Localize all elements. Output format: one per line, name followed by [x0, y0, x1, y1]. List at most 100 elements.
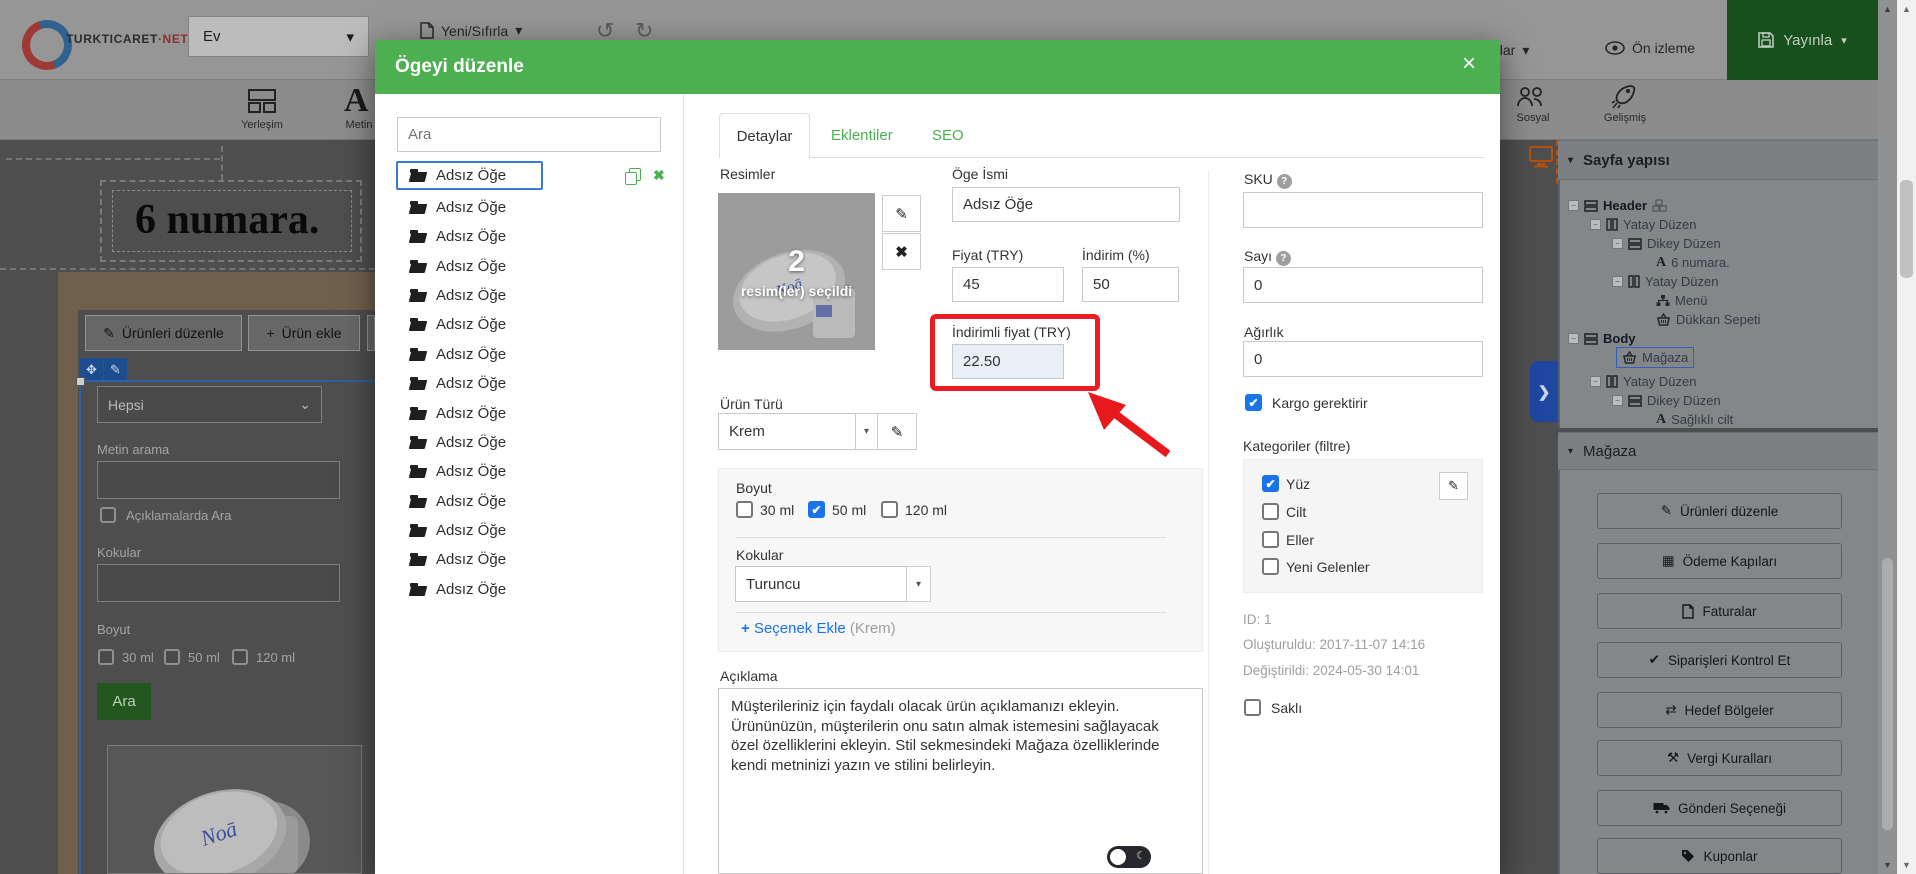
item-list-row[interactable]: Adsız Öğe: [398, 545, 506, 574]
tab-addons[interactable]: Eklentiler: [831, 127, 893, 144]
size-120-checkbox[interactable]: [881, 501, 898, 518]
scroll-up-arrow[interactable]: ▲: [1897, 4, 1916, 14]
item-list-row[interactable]: Adsız Öğe: [398, 575, 506, 604]
page-scrollbar[interactable]: ▲ ▼: [1878, 0, 1897, 874]
page-select[interactable]: Ev ▾: [188, 16, 369, 57]
tab-seo[interactable]: SEO: [932, 127, 964, 144]
size-30-checkbox[interactable]: [736, 501, 753, 518]
item-list-row[interactable]: Adsız Öğe: [398, 252, 506, 281]
collapse-icon[interactable]: −: [1568, 200, 1579, 211]
item-name-input[interactable]: Adsız Öğe: [952, 187, 1180, 222]
discounted-price-input[interactable]: 22.50: [952, 344, 1064, 379]
sidebar-shipping-option-button[interactable]: Gönderi Seçeneği: [1597, 790, 1842, 826]
edit-images-button[interactable]: ✎: [882, 195, 921, 232]
tree-item-menu[interactable]: Menü: [1656, 291, 1708, 310]
item-list-row[interactable]: Adsız Öğe: [398, 281, 506, 310]
canvas-edit-products-button[interactable]: ✎ Ürünleri düzenle: [85, 315, 242, 351]
sidebar-target-regions-button[interactable]: ⇄ Hedef Bölgeler: [1597, 692, 1842, 728]
category-yuz-checkbox[interactable]: ✔: [1262, 475, 1279, 492]
tree-item-text[interactable]: A 6 numara.: [1656, 253, 1730, 272]
product-card[interactable]: Noā: [107, 745, 362, 874]
store-panel-header[interactable]: ▾ Mağaza: [1558, 432, 1878, 470]
advanced-widget-button[interactable]: [1610, 82, 1638, 110]
dark-mode-toggle[interactable]: ☾: [1107, 846, 1151, 868]
price-input[interactable]: 45: [952, 267, 1064, 302]
tree-item-vlayout[interactable]: − Dikey Düzen: [1612, 391, 1721, 410]
qty-input[interactable]: 0: [1243, 267, 1483, 303]
layout-widget-button[interactable]: [247, 88, 277, 114]
canvas-size-120-checkbox[interactable]: [232, 649, 248, 665]
preview-button[interactable]: Ön izleme: [1605, 40, 1695, 56]
close-icon[interactable]: ×: [1462, 52, 1476, 76]
social-widget-button[interactable]: [1516, 84, 1546, 108]
collapse-icon[interactable]: −: [1590, 376, 1601, 387]
canvas-size-30-checkbox[interactable]: [98, 649, 114, 665]
sidebar-check-orders-button[interactable]: ✔ Siparişleri Kontrol Et: [1597, 642, 1842, 678]
publish-button[interactable]: Yayınla ▾: [1727, 0, 1878, 80]
weight-input[interactable]: 0: [1243, 341, 1483, 377]
structure-panel-header[interactable]: ▾ Sayfa yapısı: [1558, 140, 1878, 180]
size-50-checkbox[interactable]: ✔: [808, 501, 825, 518]
product-type-select[interactable]: Krem: [718, 413, 856, 450]
tree-item-body[interactable]: − Body: [1568, 329, 1636, 348]
shipping-checkbox[interactable]: ✔: [1245, 394, 1262, 411]
scent-caret[interactable]: ▾: [906, 566, 931, 602]
sidebar-payment-gateways-button[interactable]: ▦ Ödeme Kapıları: [1597, 543, 1842, 579]
category-cilt-checkbox[interactable]: [1262, 503, 1279, 520]
canvas-text-search-input[interactable]: [97, 461, 340, 499]
canvas-scents-input[interactable]: [97, 564, 340, 602]
page-heading[interactable]: 6 numara.: [135, 196, 319, 244]
discount-input[interactable]: 50: [1082, 267, 1179, 302]
selection-handle[interactable]: [76, 377, 85, 386]
item-list-row[interactable]: Adsız Öğe: [398, 222, 506, 251]
help-icon[interactable]: ?: [1276, 174, 1292, 189]
new-reset-button[interactable]: Yeni/Sıfırla ▾: [420, 22, 522, 39]
collapse-icon[interactable]: −: [1612, 395, 1623, 406]
category-eller-checkbox[interactable]: [1262, 531, 1279, 548]
edit-widget-button[interactable]: ✎: [104, 358, 127, 381]
category-yeni-checkbox[interactable]: [1262, 558, 1279, 575]
item-list-row[interactable]: Adsız Öğe: [398, 193, 506, 222]
tree-item-hlayout[interactable]: − Yatay Düzen: [1612, 272, 1718, 291]
item-list-row[interactable]: Adsız Öğe: [398, 369, 506, 398]
tab-details[interactable]: Detaylar: [719, 113, 810, 158]
collapse-icon[interactable]: −: [1568, 333, 1579, 344]
tree-item-cart[interactable]: Dükkan Sepeti: [1656, 310, 1761, 329]
delete-item-icon[interactable]: ✖: [653, 167, 665, 184]
edit-product-type-button[interactable]: ✎: [877, 413, 917, 450]
item-search-input[interactable]: [397, 117, 661, 152]
canvas-size-50-checkbox[interactable]: [164, 649, 180, 665]
product-type-caret[interactable]: ▾: [855, 413, 878, 450]
tree-item-header[interactable]: − Header: [1568, 196, 1667, 215]
device-monitor-icon[interactable]: [1529, 146, 1553, 168]
browser-scrollbar[interactable]: ▲ ▼: [1897, 0, 1916, 874]
text-widget-button[interactable]: A: [344, 82, 369, 120]
item-list-row[interactable]: Adsız Öğe: [398, 428, 506, 457]
tree-item-store-selected[interactable]: Mağaza: [1616, 347, 1695, 368]
item-list-row[interactable]: Adsız Öğe: [398, 399, 506, 428]
canvas-add-product-button[interactable]: + Ürün ekle: [248, 315, 360, 351]
item-list-row-selected[interactable]: Adsız Öğe: [396, 161, 543, 190]
canvas-search-desc-checkbox[interactable]: [100, 507, 116, 523]
sidebar-invoices-button[interactable]: Faturalar: [1597, 593, 1842, 629]
scrollbar-thumb[interactable]: [1900, 180, 1913, 278]
sidebar-coupons-button[interactable]: Kuponlar: [1597, 838, 1842, 874]
edit-categories-button[interactable]: ✎: [1439, 472, 1468, 500]
clear-images-button[interactable]: ✖: [882, 233, 921, 270]
sidebar-tax-rules-button[interactable]: ⚒ Vergi Kuralları: [1597, 740, 1842, 776]
collapse-icon[interactable]: −: [1590, 219, 1601, 230]
tree-item-text[interactable]: A Sağlıklı cilt: [1656, 410, 1733, 429]
canvas-search-button[interactable]: Ara: [97, 683, 151, 720]
item-list-row[interactable]: Adsız Öğe: [398, 310, 506, 339]
scroll-up-arrow[interactable]: ▲: [1878, 4, 1897, 14]
item-list-row[interactable]: Adsız Öğe: [398, 516, 506, 545]
canvas-category-select[interactable]: Hepsi ⌄: [97, 386, 322, 423]
add-option-link[interactable]: + Seçenek Ekle (Krem): [741, 620, 896, 637]
tree-item-hlayout[interactable]: − Yatay Düzen: [1590, 215, 1696, 234]
canvas-clipped-button[interactable]: [367, 315, 375, 351]
scroll-down-arrow[interactable]: ▼: [1897, 860, 1916, 870]
collapse-icon[interactable]: −: [1612, 276, 1623, 287]
scrollbar-thumb[interactable]: [1882, 558, 1893, 830]
item-list-row[interactable]: Adsız Öğe: [398, 340, 506, 369]
images-thumbnail[interactable]: Noā 2 resim(ler) seçildi: [718, 193, 875, 350]
